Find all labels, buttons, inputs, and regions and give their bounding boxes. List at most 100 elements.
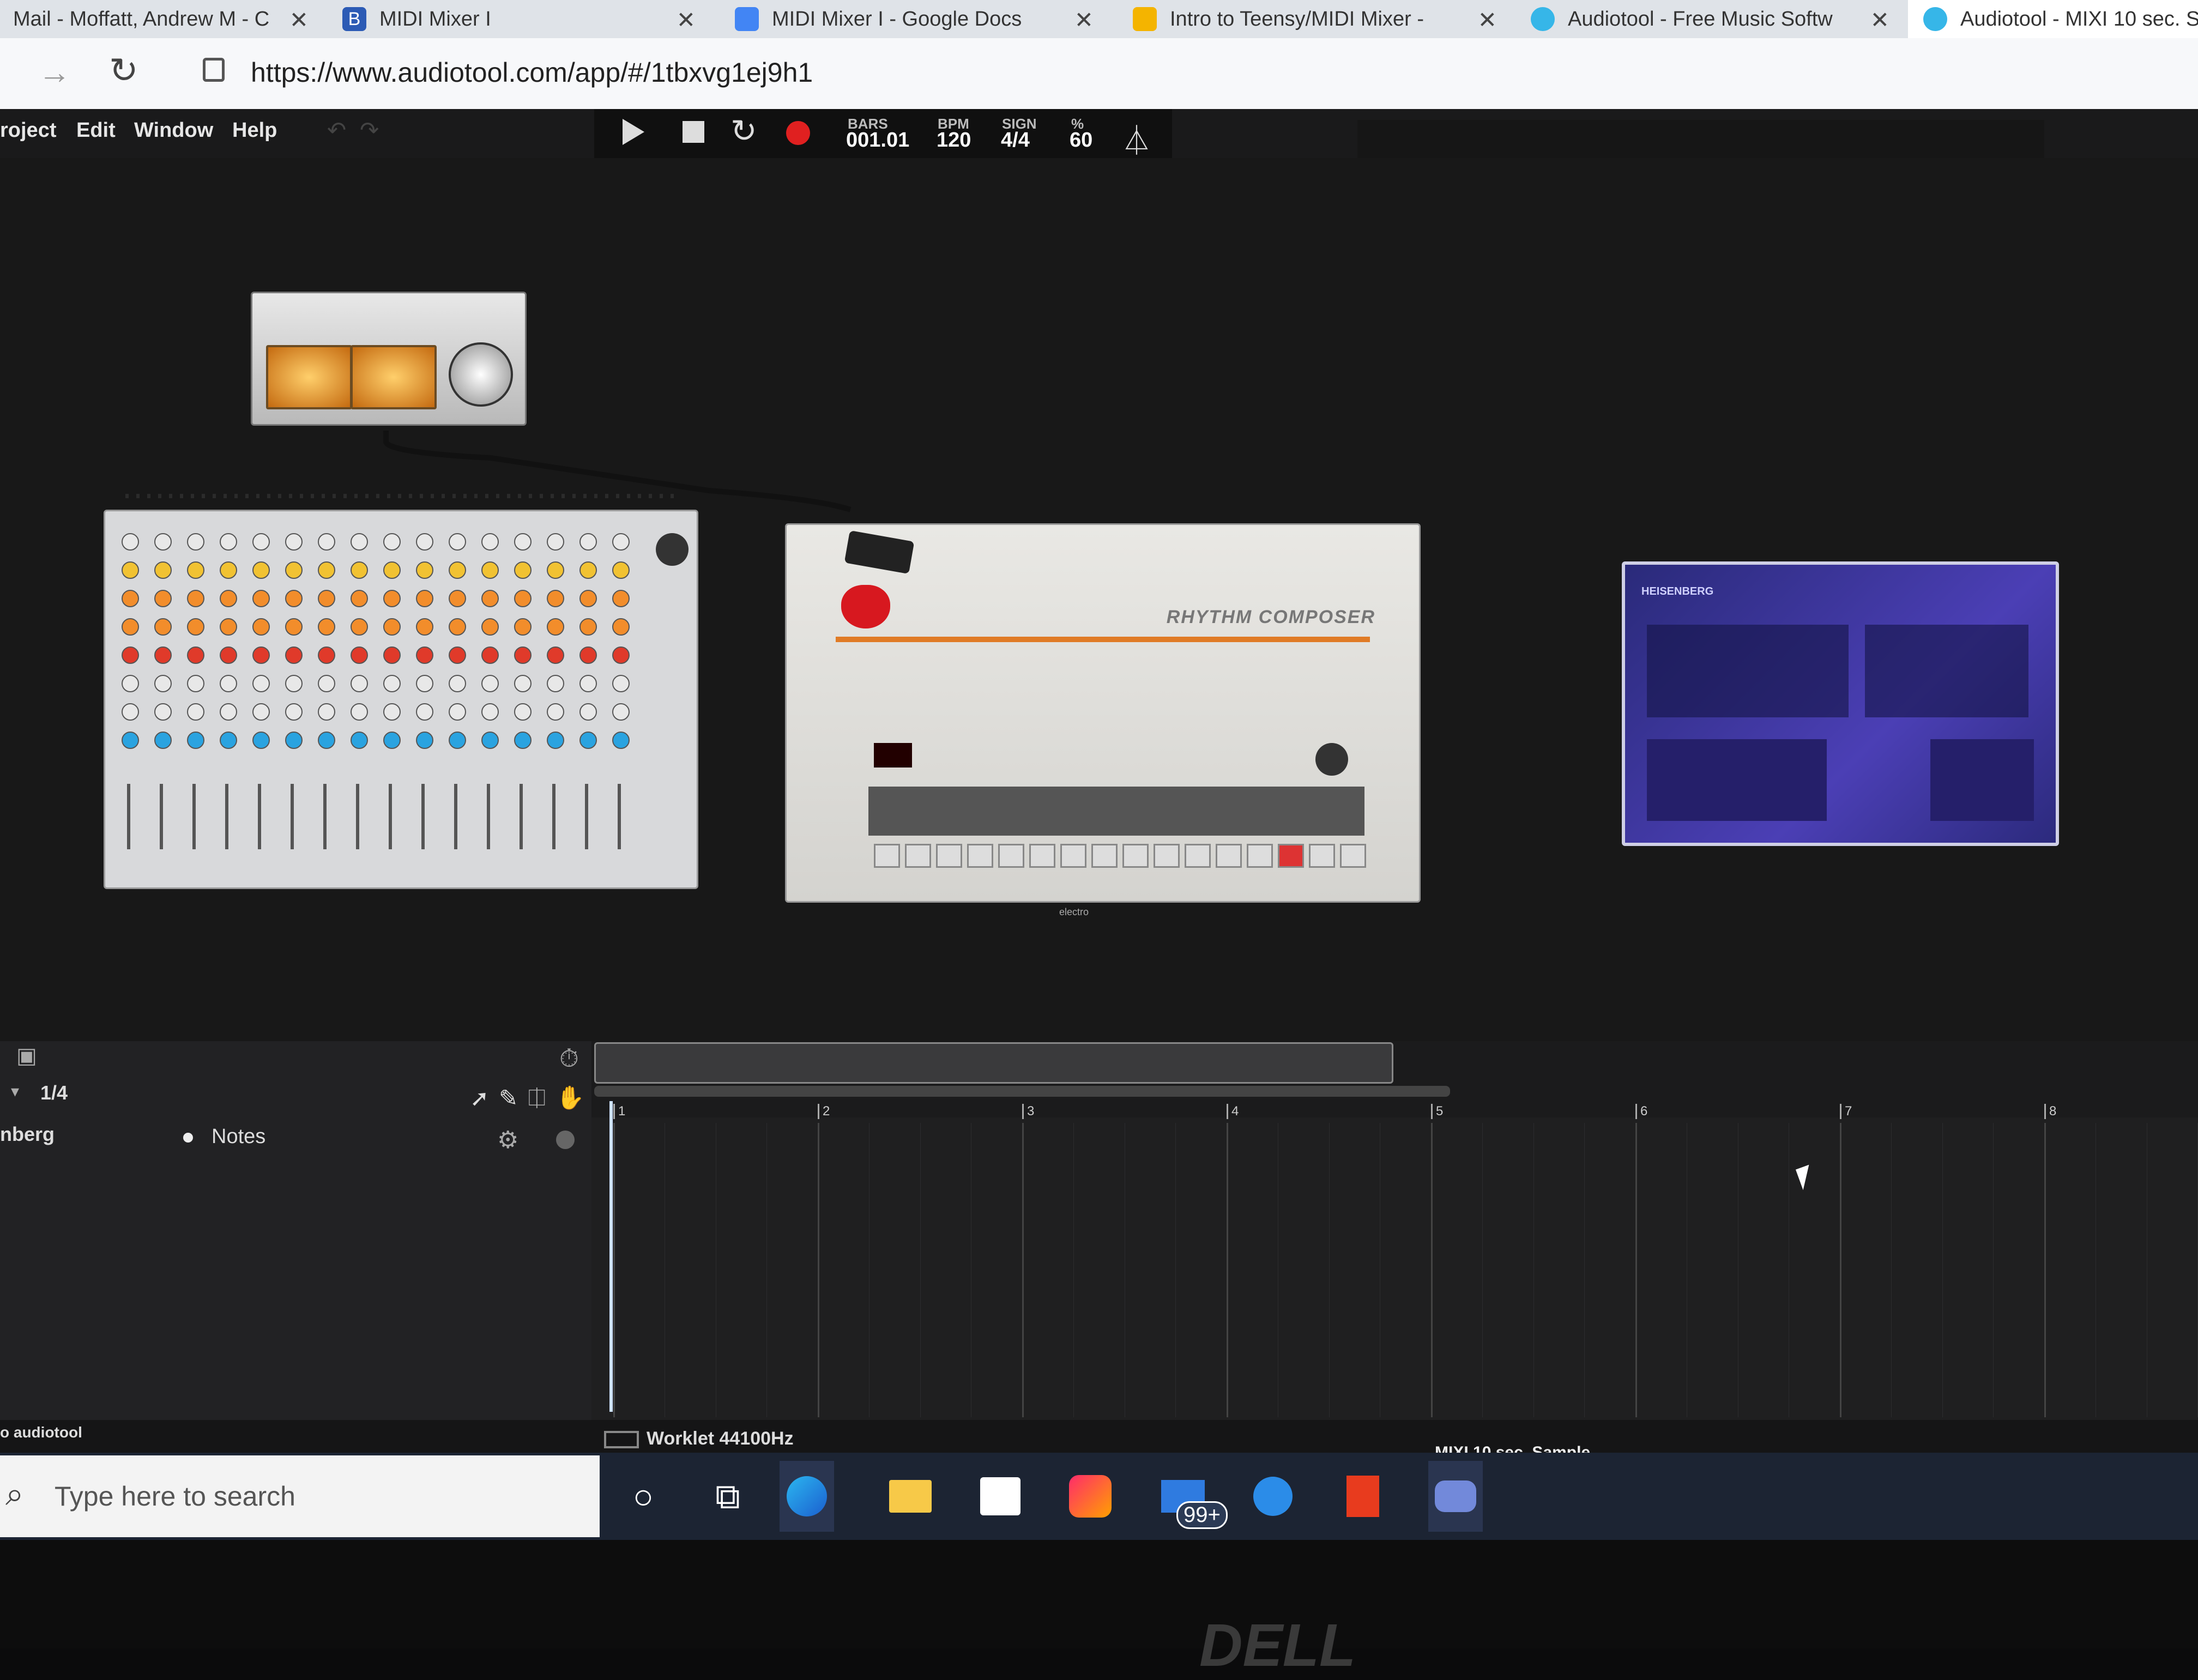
channel-knob[interactable] [383,732,401,749]
channel-knob[interactable] [122,675,139,692]
step-button[interactable] [905,844,931,868]
channel-knob[interactable] [481,675,499,692]
step-button[interactable] [1309,844,1335,868]
mixer-channel-strip[interactable] [541,533,567,860]
channel-knob[interactable] [285,646,303,664]
channel-knob[interactable] [579,675,597,692]
channel-knob[interactable] [285,732,303,749]
channel-knob[interactable] [285,590,303,607]
notes-lane-label[interactable]: Notes [212,1125,265,1149]
channel-knob[interactable] [612,618,630,636]
channel-knob[interactable] [383,703,401,721]
mixer-channel-strip[interactable] [509,533,535,860]
stereo-output-device[interactable] [251,292,527,426]
mixer-channel-strip[interactable] [574,533,600,860]
channel-fader[interactable] [552,784,555,849]
channel-fader[interactable] [520,784,523,849]
mixer-channel-strip[interactable] [280,533,306,860]
channel-knob[interactable] [122,732,139,749]
channel-knob[interactable] [514,533,532,551]
channel-knob[interactable] [449,732,466,749]
clock-icon[interactable]: ⏱ [559,1043,579,1074]
master-volume-knob[interactable] [449,342,513,407]
channel-knob[interactable] [612,561,630,579]
channel-knob[interactable] [481,618,499,636]
channel-knob[interactable] [122,561,139,579]
channel-knob[interactable] [187,561,204,579]
channel-knob[interactable] [252,533,270,551]
master-knob[interactable] [656,533,689,566]
channel-knob[interactable] [547,732,564,749]
creative-cloud-icon[interactable] [1063,1472,1118,1521]
channel-knob[interactable] [252,590,270,607]
channel-knob[interactable] [612,646,630,664]
mixer-channel-strip[interactable] [312,533,339,860]
channel-knob[interactable] [252,646,270,664]
channel-knob[interactable] [187,590,204,607]
channel-knob[interactable] [514,646,532,664]
channel-knob[interactable] [514,561,532,579]
channel-knob[interactable] [612,533,630,551]
step-button[interactable] [936,844,962,868]
step-button[interactable] [1247,844,1273,868]
channel-knob[interactable] [351,590,368,607]
chevron-down-icon[interactable]: ▾ [11,1082,19,1101]
channel-knob[interactable] [285,675,303,692]
channel-knob[interactable] [383,675,401,692]
channel-fader[interactable] [454,784,457,849]
channel-fader[interactable] [585,784,588,849]
channel-knob[interactable] [449,646,466,664]
channel-knob[interactable] [547,561,564,579]
step-button[interactable] [1216,844,1242,868]
channel-knob[interactable] [481,646,499,664]
channel-fader[interactable] [323,784,327,849]
hand-tool-icon[interactable]: ✋ [556,1085,584,1111]
discord-icon[interactable] [1428,1461,1483,1532]
edge-icon[interactable] [780,1461,834,1532]
channel-knob[interactable] [220,618,237,636]
timeline-scroller[interactable] [594,1042,1393,1084]
channel-knob[interactable] [351,561,368,579]
channel-knob[interactable] [154,561,172,579]
step-button[interactable] [1060,844,1086,868]
channel-knob[interactable] [318,732,335,749]
channel-knob[interactable] [579,590,597,607]
channel-knob[interactable] [318,675,335,692]
channel-knob[interactable] [122,703,139,721]
note-grid[interactable] [591,1117,2198,1420]
channel-knob[interactable] [383,533,401,551]
channel-knob[interactable] [220,675,237,692]
channel-knob[interactable] [154,618,172,636]
channel-knob[interactable] [449,590,466,607]
view-toggle-icon[interactable]: ▣ [16,1043,37,1068]
channel-knob[interactable] [481,732,499,749]
channel-knob[interactable] [481,561,499,579]
heisenberg-synth-device[interactable]: HEISENBERG [1622,561,2059,846]
channel-knob[interactable] [154,675,172,692]
mixer-channel-strip[interactable] [345,533,371,860]
channel-knob[interactable] [318,561,335,579]
quantize-value[interactable]: 1/4 [40,1081,68,1104]
rhythm-composer-device[interactable]: RHYTHM COMPOSER electro [785,523,1421,917]
channel-knob[interactable] [187,703,204,721]
channel-knob[interactable] [449,618,466,636]
step-button[interactable] [967,844,993,868]
channel-knob[interactable] [285,703,303,721]
channel-knob[interactable] [416,618,433,636]
office-icon[interactable] [1336,1472,1390,1521]
channel-knob[interactable] [285,533,303,551]
step-button[interactable] [1154,844,1180,868]
step-button[interactable] [998,844,1024,868]
channel-fader[interactable] [487,784,490,849]
channel-fader[interactable] [356,784,359,849]
task-view-icon[interactable]: ⧉ [701,1472,755,1521]
channel-knob[interactable] [416,646,433,664]
file-explorer-icon[interactable] [883,1472,938,1521]
channel-knob[interactable] [612,732,630,749]
channel-knob[interactable] [122,590,139,607]
channel-knob[interactable] [187,732,204,749]
mixer-channel-strip[interactable] [378,533,404,860]
channel-knob[interactable] [252,618,270,636]
mixer-channel-strip[interactable] [410,533,437,860]
step-button[interactable] [1122,844,1149,868]
